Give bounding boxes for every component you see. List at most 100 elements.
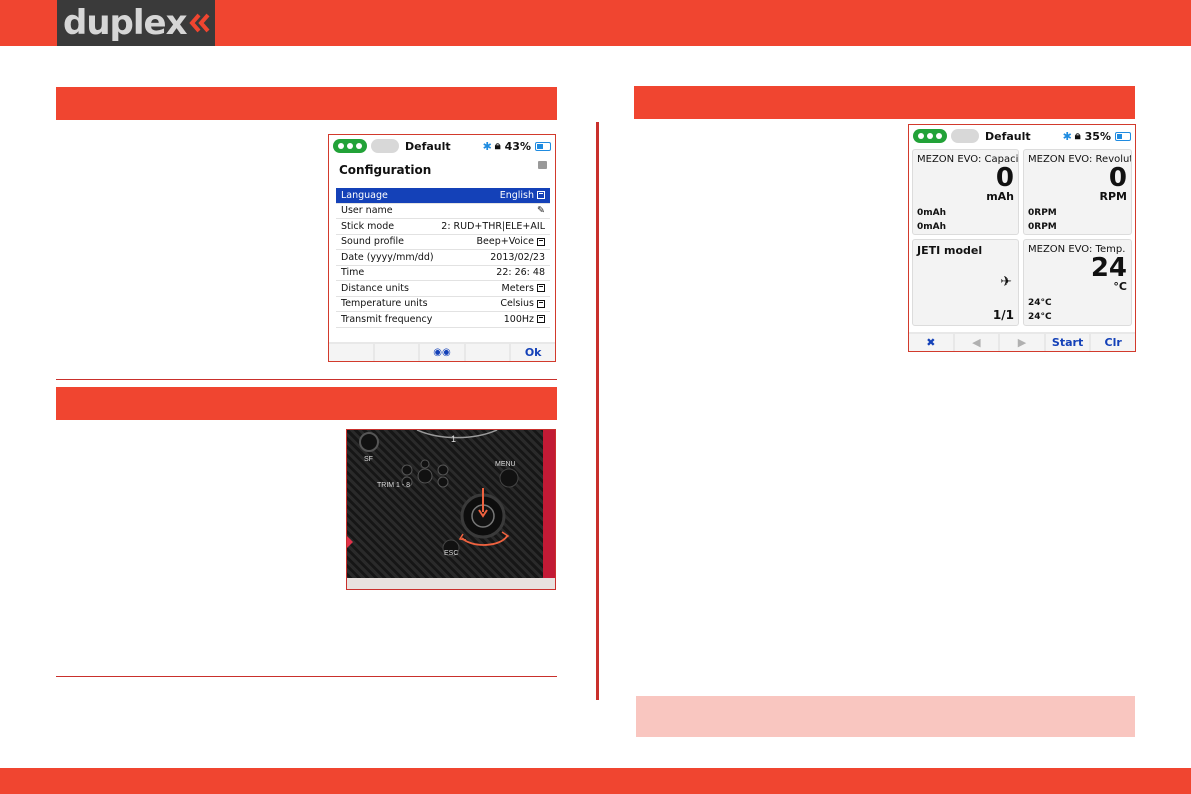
config-row-date[interactable]: Date (yyyy/mm/dd) 2013/02/23 [336,250,550,266]
menu-label: MENU [495,461,516,468]
softkey-4[interactable] [465,344,510,361]
row-value: 100Hz [503,313,534,325]
duplex-logo: duplex [57,0,215,46]
receiver-off-icon [951,129,979,143]
softkey-3[interactable]: ◉◉ [420,344,464,361]
config-row-stick-mode[interactable]: Stick mode 2: RUD+THR|ELE+AIL [336,219,550,235]
status-bar: Default ✱ 🔒︎ 43% [329,135,555,157]
config-row-user-name[interactable]: User name ✎ [336,204,550,219]
row-value: Celsius [500,298,534,310]
configuration-screen: Default ✱ 🔒︎ 43% Configuration Language … [328,134,556,362]
row-label: Stick mode [341,220,395,232]
receiver-off-icon [371,139,399,153]
ok-button[interactable]: Ok [511,344,555,361]
controls-drawing [347,430,555,589]
config-row-language[interactable]: Language English [336,188,550,204]
section-heading-bar-3 [634,86,1135,119]
tile-title: JETI model [917,244,983,257]
start-button[interactable]: Start [1045,334,1090,351]
footer-bar [0,768,1191,794]
tile-unit: °C [1113,280,1127,293]
edit-icon: ✎ [537,205,545,217]
telemetry-screen: Default ✱ 🔒︎ 35% MEZON EVO: Capacity 0 m… [908,124,1136,352]
transmitter-controls-photo: SF MENU TRIM 1 - 8 ESC 1 [346,429,556,590]
tile-unit: mAh [986,190,1014,203]
row-value: 2013/02/23 [490,251,545,263]
config-row-sound-profile[interactable]: Sound profile Beep+Voice [336,235,550,250]
row-label: Language [341,189,388,201]
softkey-bar: ◉◉ Ok [329,342,555,361]
softkey-bar: ✖ ◀ ▶ Start Clr [909,332,1135,351]
row-label: Time [341,267,365,279]
config-row-transmit-frequency[interactable]: Transmit frequency 100Hz [336,312,550,328]
capacity-tile[interactable]: MEZON EVO: Capacity 0 mAh 0mAh 0mAh [912,149,1019,235]
joystick-icon: ◉◉ [433,347,451,358]
tile-value: 0 [995,163,1014,193]
dropdown-icon [537,315,545,324]
config-row-time[interactable]: Time 22: 26: 48 [336,266,550,281]
row-value: 2: RUD+THR|ELE+AIL [441,220,545,232]
page-indicator: 1/1 [992,308,1014,322]
signal-icon [913,129,947,143]
tile-min: 24°C [1028,298,1052,308]
arrow-right-icon: ▶ [1017,336,1027,349]
lock-icon: 🔒︎ [494,139,501,152]
battery-percent: 35% [1084,129,1111,143]
esc-label: ESC [444,550,459,557]
tile-value: 24 [1090,253,1127,283]
temperature-tile[interactable]: MEZON EVO: Temp. 24 °C 24°C 24°C [1023,239,1132,326]
screen-title: Configuration [339,163,432,177]
model-name: Default [985,129,1031,143]
tile-value: 0 [1108,163,1127,193]
tile-max: 24°C [1028,312,1052,322]
bluetooth-icon: ✱ [482,139,492,153]
trim-label: TRIM 1 - 8 [377,482,411,489]
sf-label: SF [364,456,373,463]
row-value: 22: 26: 48 [496,267,545,279]
tools-button[interactable]: ✖ [909,334,953,351]
config-row-distance-units[interactable]: Distance units Meters [336,281,550,297]
row-label: Sound profile [341,236,404,248]
dropdown-icon [537,284,545,293]
row-label: Distance units [341,282,409,294]
lock-icon: 🔒︎ [1074,129,1081,142]
battery-icon [1115,131,1131,141]
battery-icon [535,141,551,151]
signal-icon [333,139,367,153]
section-heading-bar-1 [56,87,557,120]
column-divider [596,122,599,700]
softkey-1[interactable] [329,344,373,361]
row-label: Transmit frequency [341,313,433,325]
chevron-logo-icon [188,12,211,34]
bluetooth-icon: ✱ [1062,129,1072,143]
airplane-icon: ✈ [1000,274,1012,290]
row-value: Beep+Voice [476,236,534,248]
header-bar: duplex [0,0,1191,46]
tile-min: 0RPM [1028,208,1057,218]
previous-button[interactable]: ◀ [954,334,999,351]
row-label: Temperature units [341,298,428,310]
tools-icon: ✖ [926,336,936,349]
row-label: User name [341,205,393,217]
section-divider-1 [56,379,557,380]
model-tile[interactable]: JETI model ✈ 1/1 [912,239,1019,326]
model-name: Default [405,139,451,153]
manual-page: duplex Default ✱ 🔒︎ 43% Configuration La… [0,0,1191,794]
switch-number: 1 [451,434,457,444]
config-row-temperature-units[interactable]: Temperature units Celsius [336,297,550,312]
note-box [636,696,1135,737]
dropdown-icon [537,299,545,308]
row-value: English [499,189,534,201]
tile-max: 0mAh [917,222,947,232]
help-icon[interactable] [538,161,547,169]
dropdown-icon [537,191,545,200]
tile-max: 0RPM [1028,222,1057,232]
row-label: Date (yyyy/mm/dd) [341,251,434,263]
softkey-2[interactable] [374,344,419,361]
logo-text: duplex [63,3,188,43]
revolution-tile[interactable]: MEZON EVO: Revolutio 0 RPM 0RPM 0RPM [1023,149,1132,235]
row-value: Meters [501,282,534,294]
next-button[interactable]: ▶ [1000,334,1044,351]
section-divider-2 [56,676,557,677]
clear-button[interactable]: Clr [1091,334,1135,351]
